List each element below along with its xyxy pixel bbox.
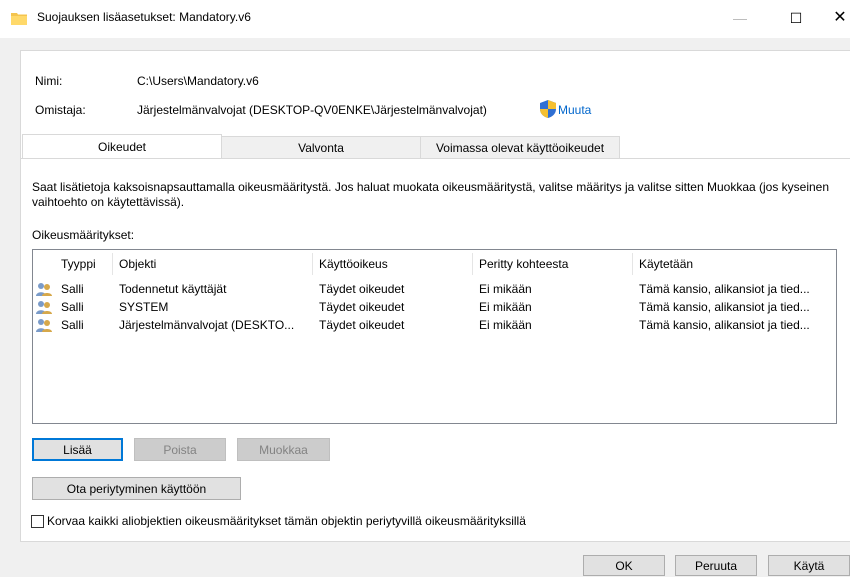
inherited-cell: Ei mikään bbox=[479, 318, 532, 332]
title-bar: Suojauksen lisäasetukset: Mandatory.v6 —… bbox=[0, 0, 850, 38]
applies-cell: Tämä kansio, alikansiot ja tied... bbox=[639, 300, 810, 314]
entries-label: Oikeusmääritykset: bbox=[32, 228, 135, 242]
applies-cell: Tämä kansio, alikansiot ja tied... bbox=[639, 318, 810, 332]
applies-cell: Tämä kansio, alikansiot ja tied... bbox=[639, 282, 810, 296]
table-row[interactable]: Salli Todennetut käyttäjät Täydet oikeud… bbox=[33, 280, 836, 298]
ok-button[interactable]: OK bbox=[583, 555, 665, 576]
users-icon bbox=[36, 301, 52, 314]
add-button[interactable]: Lisää bbox=[32, 438, 123, 461]
remove-button[interactable]: Poista bbox=[134, 438, 226, 461]
type-cell: Salli bbox=[61, 318, 84, 332]
change-owner-link[interactable]: Muuta bbox=[558, 103, 591, 117]
principal-cell: Todennetut käyttäjät bbox=[119, 282, 227, 296]
replace-child-permissions-checkbox[interactable] bbox=[31, 515, 44, 528]
table-row[interactable]: Salli Järjestelmänvalvojat (DESKTO... Tä… bbox=[33, 316, 836, 334]
users-icon bbox=[36, 319, 52, 332]
folder-icon bbox=[11, 13, 27, 25]
inherited-cell: Ei mikään bbox=[479, 300, 532, 314]
column-header-applies-to[interactable]: Käytetään bbox=[633, 253, 835, 275]
cancel-button[interactable]: Peruuta bbox=[675, 555, 757, 576]
column-header-type[interactable]: Tyyppi bbox=[55, 253, 113, 275]
access-cell: Täydet oikeudet bbox=[319, 300, 405, 314]
users-icon bbox=[36, 283, 52, 296]
owner-value: Järjestelmänvalvojat (DESKTOP-QV0ENKE\Jä… bbox=[137, 103, 487, 117]
access-cell: Täydet oikeudet bbox=[319, 282, 405, 296]
name-value: C:\Users\Mandatory.v6 bbox=[137, 74, 259, 88]
principal-cell: SYSTEM bbox=[119, 300, 169, 314]
tab-permissions[interactable]: Oikeudet bbox=[22, 134, 222, 159]
description-text: Saat lisätietoja kaksoisnapsauttamalla o… bbox=[32, 180, 830, 209]
owner-label: Omistaja: bbox=[35, 103, 86, 117]
inherited-cell: Ei mikään bbox=[479, 282, 532, 296]
permission-entries-list[interactable]: Tyyppi Objekti Käyttöoikeus Peritty koht… bbox=[32, 249, 837, 424]
access-cell: Täydet oikeudet bbox=[319, 318, 405, 332]
column-header-inherited-from[interactable]: Peritty kohteesta bbox=[473, 253, 633, 275]
window-title: Suojauksen lisäasetukset: Mandatory.v6 bbox=[37, 10, 251, 24]
edit-button[interactable]: Muokkaa bbox=[237, 438, 330, 461]
tab-auditing[interactable]: Valvonta bbox=[221, 136, 421, 158]
type-cell: Salli bbox=[61, 282, 84, 296]
type-cell: Salli bbox=[61, 300, 84, 314]
column-header-access[interactable]: Käyttöoikeus bbox=[313, 253, 473, 275]
close-button[interactable]: ✕ bbox=[817, 0, 850, 36]
maximize-button[interactable]: ☐ bbox=[773, 0, 819, 36]
minimize-button[interactable]: — bbox=[717, 0, 763, 36]
apply-button[interactable]: Käytä bbox=[768, 555, 850, 576]
tab-divider bbox=[20, 158, 850, 159]
name-label: Nimi: bbox=[35, 74, 63, 88]
column-header-principal[interactable]: Objekti bbox=[113, 253, 313, 275]
uac-shield-icon bbox=[540, 100, 556, 118]
replace-child-permissions-label: Korvaa kaikki aliobjektien oikeusmäärity… bbox=[47, 514, 526, 528]
tab-effective-access[interactable]: Voimassa olevat käyttöoikeudet bbox=[420, 136, 620, 158]
enable-inheritance-button[interactable]: Ota periytyminen käyttöön bbox=[32, 477, 241, 500]
principal-cell: Järjestelmänvalvojat (DESKTO... bbox=[119, 318, 295, 332]
table-row[interactable]: Salli SYSTEM Täydet oikeudet Ei mikään T… bbox=[33, 298, 836, 316]
